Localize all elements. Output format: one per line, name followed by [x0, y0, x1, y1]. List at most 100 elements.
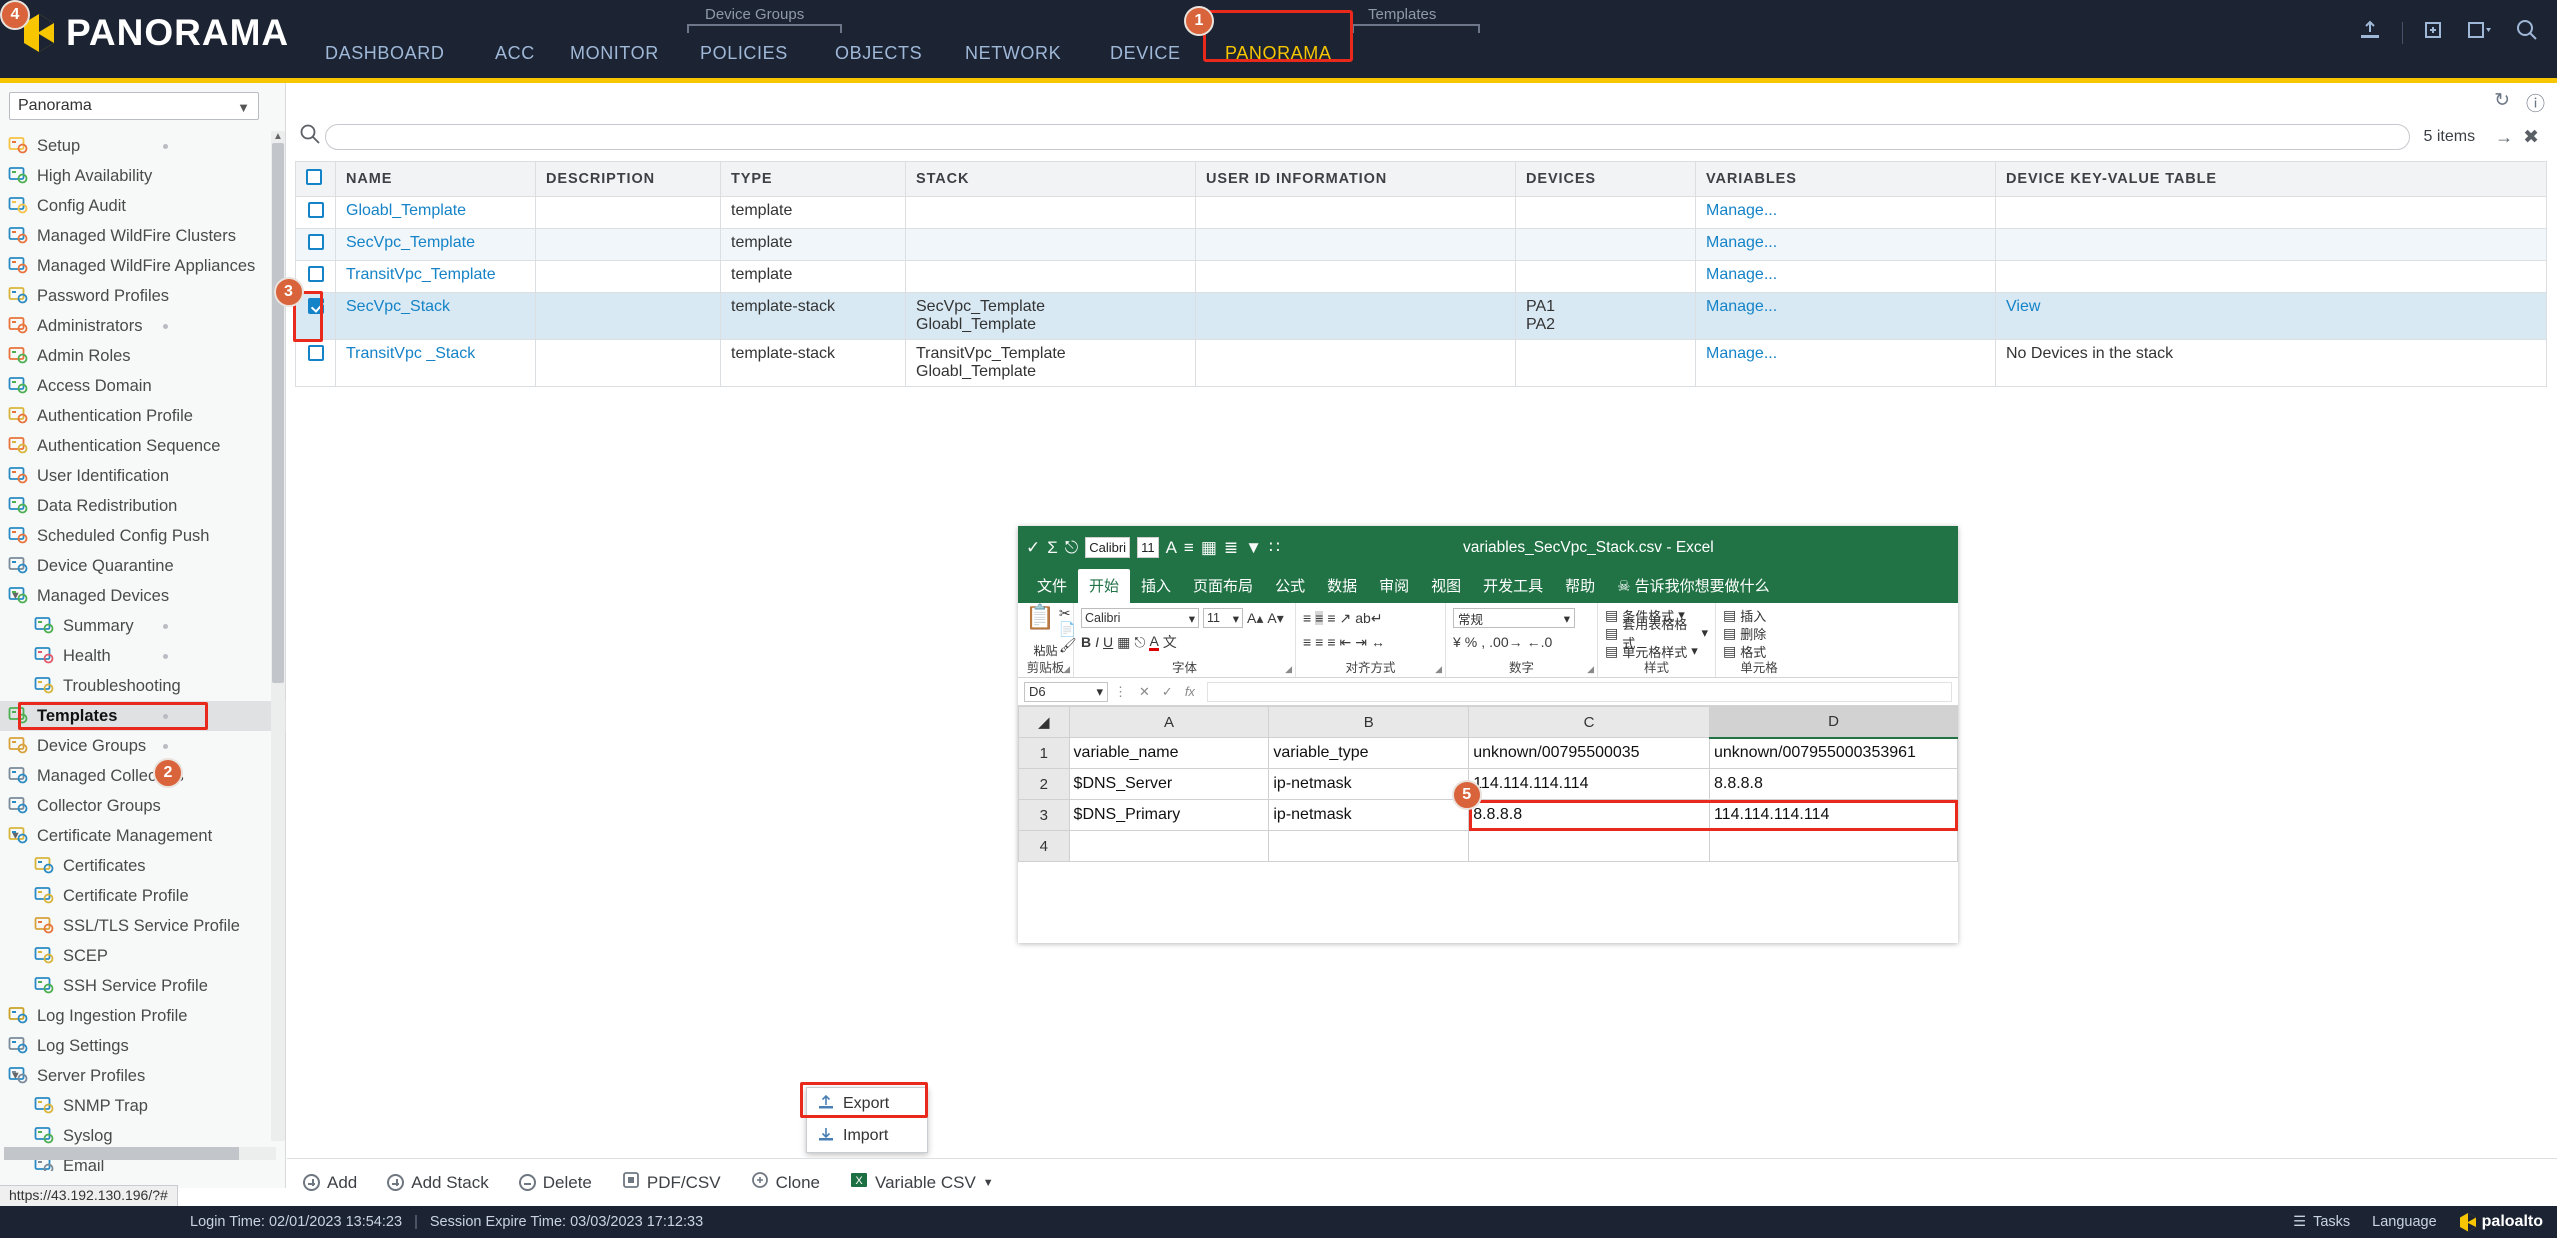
- align-icon[interactable]: ≡: [1184, 539, 1194, 556]
- excel-tab-data[interactable]: 数据: [1316, 569, 1368, 603]
- sidebar-item-collector-groups[interactable]: Collector Groups: [0, 791, 286, 821]
- excel-cell-A3[interactable]: $DNS_Primary: [1068, 799, 1270, 831]
- autosum-icon[interactable]: Σ: [1047, 539, 1058, 556]
- center-align-icon[interactable]: ≣: [1224, 539, 1238, 556]
- underline-icon[interactable]: U: [1103, 635, 1113, 649]
- sidebar-item-health[interactable]: Health: [0, 641, 286, 671]
- excel-cell-C4[interactable]: [1468, 830, 1710, 862]
- context-selector[interactable]: Panorama ▼: [9, 92, 259, 120]
- column-header-description[interactable]: DESCRIPTION: [535, 161, 721, 197]
- sidebar-item-summary[interactable]: Summary: [0, 611, 286, 641]
- paste-icon[interactable]: 📋: [1025, 606, 1055, 630]
- format-cells-icon[interactable]: ▤: [1723, 644, 1736, 658]
- config-dropdown-icon[interactable]: [2467, 19, 2495, 46]
- name-box[interactable]: D6 ▾: [1024, 681, 1108, 702]
- increase-indent-icon[interactable]: ⇥: [1355, 635, 1367, 649]
- excel-row-header[interactable]: 2: [1018, 768, 1070, 800]
- excel-cell-D4[interactable]: [1708, 830, 1959, 862]
- font-color-icon[interactable]: A: [1149, 634, 1159, 651]
- cell-name[interactable]: TransitVpc_Template: [335, 260, 536, 293]
- excel-tab-review[interactable]: 审阅: [1368, 569, 1420, 603]
- sidebar-item-data-redistribution[interactable]: Data Redistribution: [0, 491, 286, 521]
- table-row[interactable]: TransitVpc_Template template Manage...: [295, 260, 2547, 293]
- search-icon[interactable]: [2515, 18, 2539, 47]
- cell-kvtable[interactable]: [1995, 228, 2547, 261]
- row-checkbox[interactable]: [307, 266, 324, 282]
- sidebar-item-scheduled-config-push[interactable]: Scheduled Config Push: [0, 521, 286, 551]
- cell-name[interactable]: TransitVpc _Stack: [335, 339, 536, 387]
- align-bottom-icon[interactable]: ≡: [1327, 611, 1335, 625]
- align-right-icon[interactable]: ≡: [1327, 635, 1335, 649]
- excel-cell-C1[interactable]: unknown/00795500035: [1468, 737, 1710, 769]
- template-link[interactable]: TransitVpc _Stack: [346, 345, 475, 362]
- manage-link[interactable]: Manage...: [1706, 266, 1777, 283]
- panorama-logo[interactable]: PANORAMA: [22, 12, 289, 54]
- excel-tab-help[interactable]: 帮助: [1554, 569, 1606, 603]
- cell-variables[interactable]: Manage...: [1695, 228, 1996, 261]
- variable-csv-button[interactable]: X Variable CSV ▼: [850, 1171, 994, 1194]
- font-size-box[interactable]: 11 ▾: [1203, 608, 1243, 628]
- excel-cell-A2[interactable]: $DNS_Server: [1068, 768, 1270, 800]
- column-header-userid[interactable]: USER ID INFORMATION: [1195, 161, 1516, 197]
- excel-tab-file[interactable]: 文件: [1026, 569, 1078, 603]
- column-header-stack[interactable]: STACK: [905, 161, 1196, 197]
- sidebar-item-templates[interactable]: Templates: [0, 701, 286, 731]
- bold-icon[interactable]: B: [1081, 635, 1091, 649]
- cell-variables[interactable]: Manage...: [1695, 260, 1996, 293]
- column-header-name[interactable]: NAME: [335, 161, 536, 197]
- clone-button[interactable]: Clone: [751, 1171, 820, 1194]
- sidebar-item-config-audit[interactable]: Config Audit: [0, 191, 286, 221]
- excel-tell-me[interactable]: ☠ 告诉我你想要做什么: [1606, 569, 1780, 603]
- commit-icon[interactable]: [2423, 19, 2447, 46]
- menu-item-export[interactable]: Export: [807, 1088, 927, 1120]
- sidebar-item-admin-roles[interactable]: Admin Roles: [0, 341, 286, 371]
- number-format-box[interactable]: 常规 ▾: [1453, 608, 1575, 628]
- cell-name[interactable]: Gloabl_Template: [335, 196, 536, 229]
- enter-formula-icon[interactable]: ✓: [1156, 684, 1179, 700]
- select-all-checkbox[interactable]: [306, 169, 322, 185]
- column-header-kvtable[interactable]: DEVICE KEY-VALUE TABLE: [1995, 161, 2547, 197]
- excel-row-header[interactable]: 4: [1018, 830, 1070, 862]
- sidebar-scrollbar-thumb[interactable]: [272, 143, 284, 683]
- increase-decimal-icon[interactable]: .00→: [1489, 635, 1522, 649]
- sidebar-item-certificate-profile[interactable]: Certificate Profile: [0, 881, 286, 911]
- tasks-button[interactable]: ☰ Tasks: [2293, 1214, 2350, 1230]
- cell-style-icon[interactable]: ▤: [1605, 644, 1618, 658]
- search-icon[interactable]: [295, 123, 325, 151]
- align-top-icon[interactable]: ≡: [1303, 611, 1311, 625]
- wrap-text-icon[interactable]: ab↵: [1355, 611, 1382, 625]
- nav-tab-device[interactable]: DEVICE: [1110, 43, 1181, 64]
- menu-item-import[interactable]: Import: [807, 1120, 927, 1152]
- table-row[interactable]: TransitVpc _Stack template-stack TransitV…: [295, 339, 2547, 387]
- cell-kvtable[interactable]: No Devices in the stack: [1995, 339, 2547, 387]
- comma-style-icon[interactable]: ,: [1481, 635, 1485, 649]
- sidebar-item-access-domain[interactable]: Access Domain: [0, 371, 286, 401]
- close-icon[interactable]: ✖: [2519, 126, 2547, 149]
- sidebar-item-managed-devices[interactable]: ▼ Managed Devices: [0, 581, 286, 611]
- excel-cell-C3[interactable]: 8.8.8.8: [1468, 799, 1710, 831]
- excel-cell-A4[interactable]: [1068, 830, 1270, 862]
- percent-icon[interactable]: %: [1465, 635, 1477, 649]
- table-row[interactable]: SecVpc_Stack template-stack SecVpc_Templa…: [295, 292, 2547, 340]
- table-row[interactable]: Gloabl_Template template Manage...: [295, 196, 2547, 229]
- excel-tab-formulas[interactable]: 公式: [1264, 569, 1316, 603]
- cell-variables[interactable]: Manage...: [1695, 339, 1996, 387]
- borders-icon[interactable]: ▦: [1201, 539, 1217, 556]
- sidebar-item-high-availability[interactable]: High Availability: [0, 161, 286, 191]
- excel-cell-B3[interactable]: ip-netmask: [1268, 799, 1470, 831]
- cell-kvtable[interactable]: View: [1995, 292, 2547, 340]
- column-header-type[interactable]: TYPE: [720, 161, 906, 197]
- select-all-cell[interactable]: ◢: [1018, 706, 1070, 738]
- row-checkbox-cell[interactable]: [295, 228, 336, 261]
- qat-font-name[interactable]: Calibri: [1085, 537, 1131, 558]
- excel-cell-B1[interactable]: variable_type: [1268, 737, 1470, 769]
- sidebar-item-log-settings[interactable]: Log Settings: [0, 1031, 286, 1061]
- nav-tab-policies[interactable]: POLICIES: [700, 43, 788, 64]
- table-row[interactable]: SecVpc_Template template Manage...: [295, 228, 2547, 261]
- sidebar-hscroll-thumb[interactable]: [4, 1147, 239, 1160]
- nav-tab-acc[interactable]: ACC: [495, 43, 535, 64]
- alignment-dialog-launcher-icon[interactable]: ◢: [1435, 664, 1442, 675]
- insert-function-icon[interactable]: fx: [1179, 684, 1201, 699]
- pdf-csv-button[interactable]: PDF/CSV: [622, 1171, 721, 1194]
- delete-cells-icon[interactable]: ▤: [1723, 626, 1736, 640]
